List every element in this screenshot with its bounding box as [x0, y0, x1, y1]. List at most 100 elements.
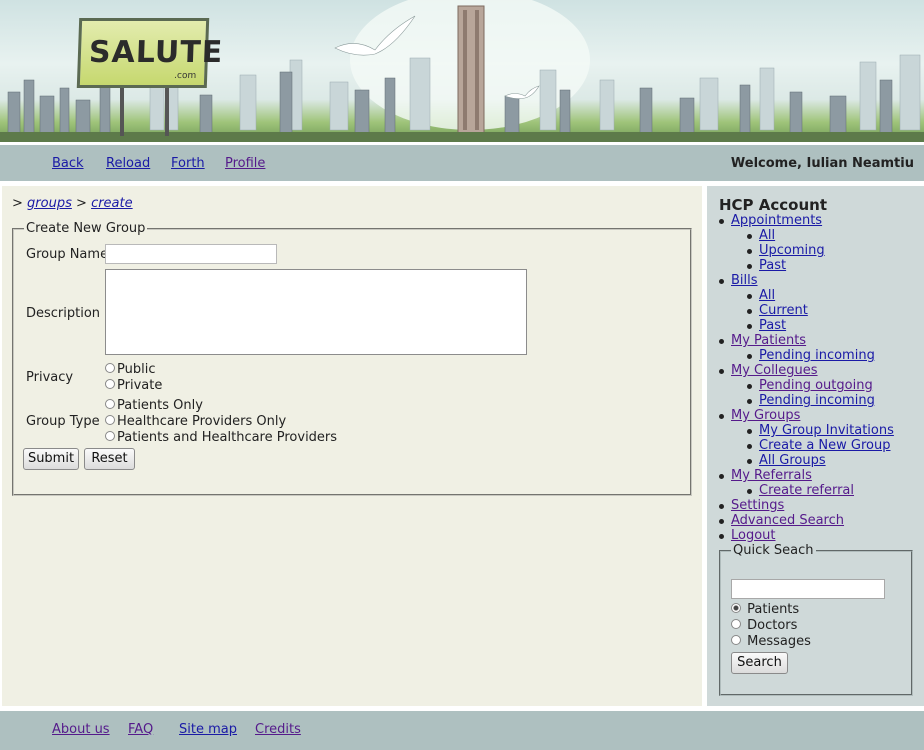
quick-search-button[interactable]: Search	[731, 652, 788, 674]
quick-search-input[interactable]	[731, 579, 885, 599]
bullet-icon	[719, 414, 724, 419]
radio-button[interactable]	[731, 619, 741, 629]
nav-profile-link[interactable]: Profile	[225, 156, 265, 171]
bullet-icon	[719, 219, 724, 224]
nav-forth-link[interactable]: Forth	[171, 156, 205, 171]
bullet-icon	[747, 249, 752, 254]
logo-subtext: .com	[173, 71, 197, 81]
footer-credits-link[interactable]: Credits	[255, 722, 301, 737]
main-content: > groups > create Create New Group Group…	[2, 186, 702, 706]
option-label: Patients	[747, 602, 800, 617]
reset-button[interactable]: Reset	[84, 448, 135, 470]
sidebar-item-bills-current[interactable]: Current	[759, 303, 808, 318]
quick-search-doctors-option[interactable]: Doctors	[731, 618, 797, 633]
sidebar-item-all-groups[interactable]: All Groups	[759, 453, 826, 468]
radio-button[interactable]	[105, 379, 115, 389]
group-type-patients-option[interactable]: Patients Only	[105, 398, 203, 414]
radio-button[interactable]	[105, 415, 115, 425]
breadcrumb-separator: >	[12, 196, 23, 211]
group-type-providers-option[interactable]: Healthcare Providers Only	[105, 414, 286, 430]
bullet-icon	[719, 369, 724, 374]
radio-button[interactable]	[731, 603, 741, 613]
header-banner: SALUTE .com	[0, 0, 924, 142]
bullet-icon	[747, 444, 752, 449]
radio-button[interactable]	[105, 399, 115, 409]
option-label: Healthcare Providers Only	[117, 414, 287, 429]
bullet-icon	[747, 309, 752, 314]
sidebar-item-create-group[interactable]: Create a New Group	[759, 438, 891, 453]
option-label: Private	[117, 378, 163, 393]
sidebar-item-bills-past[interactable]: Past	[759, 318, 786, 333]
bullet-icon	[719, 339, 724, 344]
bullet-icon	[719, 519, 724, 524]
sidebar-item-pending-outgoing[interactable]: Pending outgoing	[759, 378, 873, 393]
nav-back-link[interactable]: Back	[52, 156, 84, 171]
bullet-icon	[747, 459, 752, 464]
submit-button[interactable]: Submit	[23, 448, 79, 470]
sidebar-item-my-referrals[interactable]: My Referrals	[731, 468, 812, 483]
bullet-icon	[747, 264, 752, 269]
sidebar-item-my-patients[interactable]: My Patients	[731, 333, 806, 348]
radio-button[interactable]	[105, 363, 115, 373]
quick-search-legend: Quick Seach	[731, 543, 816, 558]
sidebar-item-appointments-past[interactable]: Past	[759, 258, 786, 273]
account-sidebar: HCP Account Appointments All Upcoming Pa…	[707, 186, 924, 706]
welcome-text: Welcome, Iulian Neamtiu	[730, 156, 914, 171]
group-type-label: Group Type	[26, 414, 100, 429]
radio-button[interactable]	[731, 635, 741, 645]
sidebar-item-bills-all[interactable]: All	[759, 288, 775, 303]
footer-about-link[interactable]: About us	[52, 722, 110, 737]
sidebar-item-collegues-pending-incoming[interactable]: Pending incoming	[759, 393, 875, 408]
sidebar-item-appointments[interactable]: Appointments	[731, 213, 822, 228]
group-type-both-option[interactable]: Patients and Healthcare Providers	[105, 430, 337, 446]
nav-reload-link[interactable]: Reload	[106, 156, 150, 171]
bullet-icon	[747, 489, 752, 494]
logo-billboard: SALUTE .com	[76, 18, 224, 88]
sidebar-item-group-invitations[interactable]: My Group Invitations	[759, 423, 894, 438]
breadcrumb-create-link[interactable]: create	[91, 196, 133, 211]
fieldset-legend: Create New Group	[24, 221, 148, 236]
footer-sitemap-link[interactable]: Site map	[179, 722, 237, 737]
sidebar-item-advanced-search[interactable]: Advanced Search	[731, 513, 844, 528]
description-textarea[interactable]	[105, 269, 527, 355]
sidebar-item-appointments-upcoming[interactable]: Upcoming	[759, 243, 825, 258]
bullet-icon	[719, 504, 724, 509]
radio-button[interactable]	[105, 431, 115, 441]
option-label: Patients Only	[117, 398, 203, 413]
breadcrumb-groups-link[interactable]: groups	[27, 196, 72, 211]
sidebar-item-my-collegues[interactable]: My Collegues	[731, 363, 818, 378]
bullet-icon	[719, 534, 724, 539]
bullet-icon	[747, 429, 752, 434]
group-name-label: Group Name	[26, 247, 109, 262]
bullet-icon	[719, 279, 724, 284]
option-label: Patients and Healthcare Providers	[117, 430, 338, 445]
sidebar-item-my-groups[interactable]: My Groups	[731, 408, 800, 423]
footer-bar: About us FAQ Site map Credits	[0, 711, 924, 750]
bullet-icon	[747, 234, 752, 239]
sidebar-item-create-referral[interactable]: Create referral	[759, 483, 854, 498]
breadcrumb-separator: >	[76, 196, 87, 211]
breadcrumb: > groups > create	[12, 196, 133, 211]
sidebar-item-settings[interactable]: Settings	[731, 498, 784, 513]
top-nav-bar: Back Reload Forth Profile Welcome, Iulia…	[0, 145, 924, 181]
group-name-input[interactable]	[105, 244, 277, 264]
sidebar-title: HCP Account	[719, 196, 828, 214]
sidebar-item-appointments-all[interactable]: All	[759, 228, 775, 243]
privacy-label: Privacy	[26, 370, 74, 385]
bullet-icon	[719, 474, 724, 479]
bullet-icon	[747, 384, 752, 389]
quick-search-fieldset: Quick Seach Patients Doctors Messages Se…	[719, 543, 913, 696]
bullet-icon	[747, 294, 752, 299]
quick-search-messages-option[interactable]: Messages	[731, 634, 811, 649]
privacy-public-option[interactable]: Public	[105, 362, 155, 378]
footer-faq-link[interactable]: FAQ	[128, 722, 153, 737]
option-label: Messages	[747, 634, 811, 649]
logo-text: SALUTE	[88, 35, 224, 70]
bullet-icon	[747, 354, 752, 359]
option-label: Doctors	[747, 618, 798, 633]
sidebar-item-patients-pending-incoming[interactable]: Pending incoming	[759, 348, 875, 363]
quick-search-patients-option[interactable]: Patients	[731, 602, 799, 617]
sidebar-item-logout[interactable]: Logout	[731, 528, 776, 543]
sidebar-item-bills[interactable]: Bills	[731, 273, 758, 288]
privacy-private-option[interactable]: Private	[105, 378, 162, 394]
